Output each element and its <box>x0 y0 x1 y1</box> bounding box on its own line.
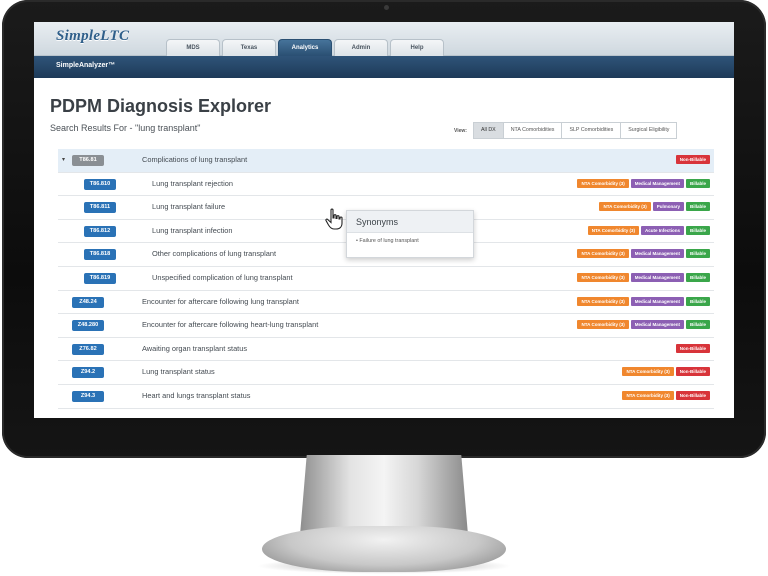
diagnosis-code[interactable]: Z76.82 <box>72 343 104 355</box>
app-logo[interactable]: SimpleLTC <box>56 28 129 45</box>
badge-group: Non-Billable <box>675 343 710 353</box>
badge-nta: NTA Comorbidity (3) <box>577 249 629 259</box>
view-filter-group: View: All DX NTA Comorbidities SLP Comorbi… <box>454 122 678 139</box>
diagnosis-code[interactable]: T86.811 <box>84 202 116 214</box>
badge-medical: Medical Management <box>630 178 684 188</box>
badge-billable: Billable <box>685 249 710 259</box>
badge-group: NTA Comorbidity (3) Medical Management Bil… <box>577 249 710 259</box>
result-row[interactable]: ▾ T86.81 Complications of lung transplant N… <box>58 149 714 173</box>
view-button-group: All DX NTA Comorbidities SLP Comorbidities… <box>472 122 678 139</box>
collapse-arrow-icon[interactable]: ▾ <box>62 156 65 163</box>
hand-cursor-icon <box>325 208 343 230</box>
diagnosis-description: Lung transplant status <box>142 367 215 377</box>
badge-acute: Acute Infections <box>640 225 684 235</box>
monitor-stand-base <box>262 526 506 572</box>
tab-admin[interactable]: Admin <box>334 39 388 56</box>
results-list: ▾ T86.81 Complications of lung transplant N… <box>58 149 714 409</box>
monitor-stand-neck <box>300 455 468 535</box>
synonym-item: • Failure of lung transplant <box>356 238 419 244</box>
main-tabs: MDS Texas Analytics Admin Help <box>166 39 444 56</box>
tab-analytics[interactable]: Analytics <box>278 39 332 56</box>
badge-nta: NTA Comorbidity (3) <box>622 390 674 400</box>
badge-nta: NTA Comorbidity (3) <box>577 296 629 306</box>
result-row[interactable]: Z48.280 Encounter for aftercare following… <box>58 314 714 338</box>
screen: SimpleLTC MDS Texas Analytics Admin Help Sim… <box>34 22 734 418</box>
diagnosis-code[interactable]: Z94.2 <box>72 367 104 379</box>
badge-billable: Billable <box>685 202 710 212</box>
badge-group: NTA Comorbidity (3) Medical Management Bil… <box>577 178 710 188</box>
diagnosis-code[interactable]: T86.81 <box>72 155 104 166</box>
diagnosis-description: Lung transplant rejection <box>152 178 233 188</box>
badge-billable: Billable <box>685 225 710 235</box>
badge-medical: Medical Management <box>630 296 684 306</box>
badge-group: NTA Comorbidity (3) Non-Billable <box>622 390 710 400</box>
badge-group: NTA Comorbidity (3) Medical Management Bil… <box>577 272 710 282</box>
diagnosis-code[interactable]: T86.810 <box>84 178 116 190</box>
badge-group: NTA Comorbidity (3) Acute Infections Billa… <box>587 225 710 235</box>
camera-dot <box>384 5 389 10</box>
result-row[interactable]: T86.810 Lung transplant rejection NTA Como… <box>58 172 714 197</box>
app-header: SimpleLTC MDS Texas Analytics Admin Help <box>34 22 734 56</box>
result-row[interactable]: Z48.24 Encounter for aftercare following … <box>58 291 714 315</box>
badge-non-billable: Non-Billable <box>675 343 710 353</box>
view-option-all-dx[interactable]: All DX <box>472 122 504 139</box>
tooltip-title: Synonyms <box>347 211 473 233</box>
badge-medical: Medical Management <box>630 320 684 330</box>
diagnosis-description: Unspecified complication of lung transpl… <box>152 272 293 282</box>
result-row[interactable]: Z94.2 Lung transplant status NTA Comorbidi… <box>58 361 714 385</box>
view-label: View: <box>454 127 467 134</box>
badge-group: NTA Comorbidity (3) Medical Management Bil… <box>577 296 710 306</box>
diagnosis-description: Awaiting organ transplant status <box>142 343 248 353</box>
diagnosis-description: Complications of lung transplant <box>142 155 248 164</box>
sub-app-title: SimpleAnalyzer™ <box>56 62 116 69</box>
diagnosis-description: Heart and lungs transplant status <box>142 390 251 400</box>
badge-medical: Medical Management <box>630 249 684 259</box>
view-option-slp-comorbidities[interactable]: SLP Comorbidities <box>561 122 622 139</box>
badge-group: NTA Comorbidity (3) Medical Management Bil… <box>577 320 710 330</box>
diagnosis-description: Encounter for aftercare following heart-… <box>142 320 319 330</box>
diagnosis-description: Lung transplant infection <box>152 225 233 235</box>
badge-pulmonary: Pulmonary <box>652 202 684 212</box>
badge-nta: NTA Comorbidity (3) <box>577 272 629 282</box>
diagnosis-code[interactable]: Z48.280 <box>72 320 104 332</box>
diagnosis-code[interactable]: T86.818 <box>84 249 116 261</box>
result-row[interactable]: T86.819 Unspecified complication of lung … <box>58 266 714 291</box>
badge-billable: Billable <box>685 178 710 188</box>
badge-nta: NTA Comorbidity (3) <box>587 225 639 235</box>
diagnosis-code[interactable]: Z48.24 <box>72 296 104 308</box>
result-row[interactable]: Z76.82 Awaiting organ transplant status No… <box>58 338 714 362</box>
badge-non-billable: Non-Billable <box>675 155 710 164</box>
badge-billable: Billable <box>685 320 710 330</box>
diagnosis-description: Lung transplant failure <box>152 202 226 212</box>
badge-group: Non-Billable <box>675 155 710 164</box>
tab-mds[interactable]: MDS <box>166 39 220 56</box>
diagnosis-code[interactable]: Z94.3 <box>72 390 104 402</box>
badge-billable: Billable <box>685 272 710 282</box>
badge-nta: NTA Comorbidity (3) <box>577 320 629 330</box>
badge-non-billable: Non-Billable <box>675 367 710 377</box>
badge-group: NTA Comorbidity (3) Pulmonary Billable <box>599 202 710 212</box>
result-row[interactable]: Z94.3 Heart and lungs transplant status NT… <box>58 385 714 409</box>
diagnosis-description: Other complications of lung transplant <box>152 249 277 259</box>
tab-help[interactable]: Help <box>390 39 444 56</box>
synonyms-tooltip: Synonyms • Failure of lung transplant <box>346 210 474 258</box>
sub-header: SimpleAnalyzer™ <box>34 56 734 78</box>
tab-texas[interactable]: Texas <box>222 39 276 56</box>
badge-medical: Medical Management <box>630 272 684 282</box>
view-option-surgical-eligibility[interactable]: Surgical Eligibility <box>620 122 678 139</box>
badge-nta: NTA Comorbidity (3) <box>577 178 629 188</box>
badge-non-billable: Non-Billable <box>675 390 710 400</box>
search-results-label: Search Results For - "lung transplant" <box>50 123 201 133</box>
page-title: PDPM Diagnosis Explorer <box>50 96 272 116</box>
tooltip-list: • Failure of lung transplant <box>347 233 473 244</box>
diagnosis-code[interactable]: T86.819 <box>84 272 116 284</box>
view-option-nta-comorbidities[interactable]: NTA Comorbidities <box>502 122 563 139</box>
badge-nta: NTA Comorbidity (3) <box>622 367 674 377</box>
diagnosis-code[interactable]: T86.812 <box>84 225 116 237</box>
badge-group: NTA Comorbidity (3) Non-Billable <box>622 367 710 377</box>
badge-billable: Billable <box>685 296 710 306</box>
diagnosis-description: Encounter for aftercare following lung t… <box>142 296 299 306</box>
badge-nta: NTA Comorbidity (3) <box>599 202 651 212</box>
